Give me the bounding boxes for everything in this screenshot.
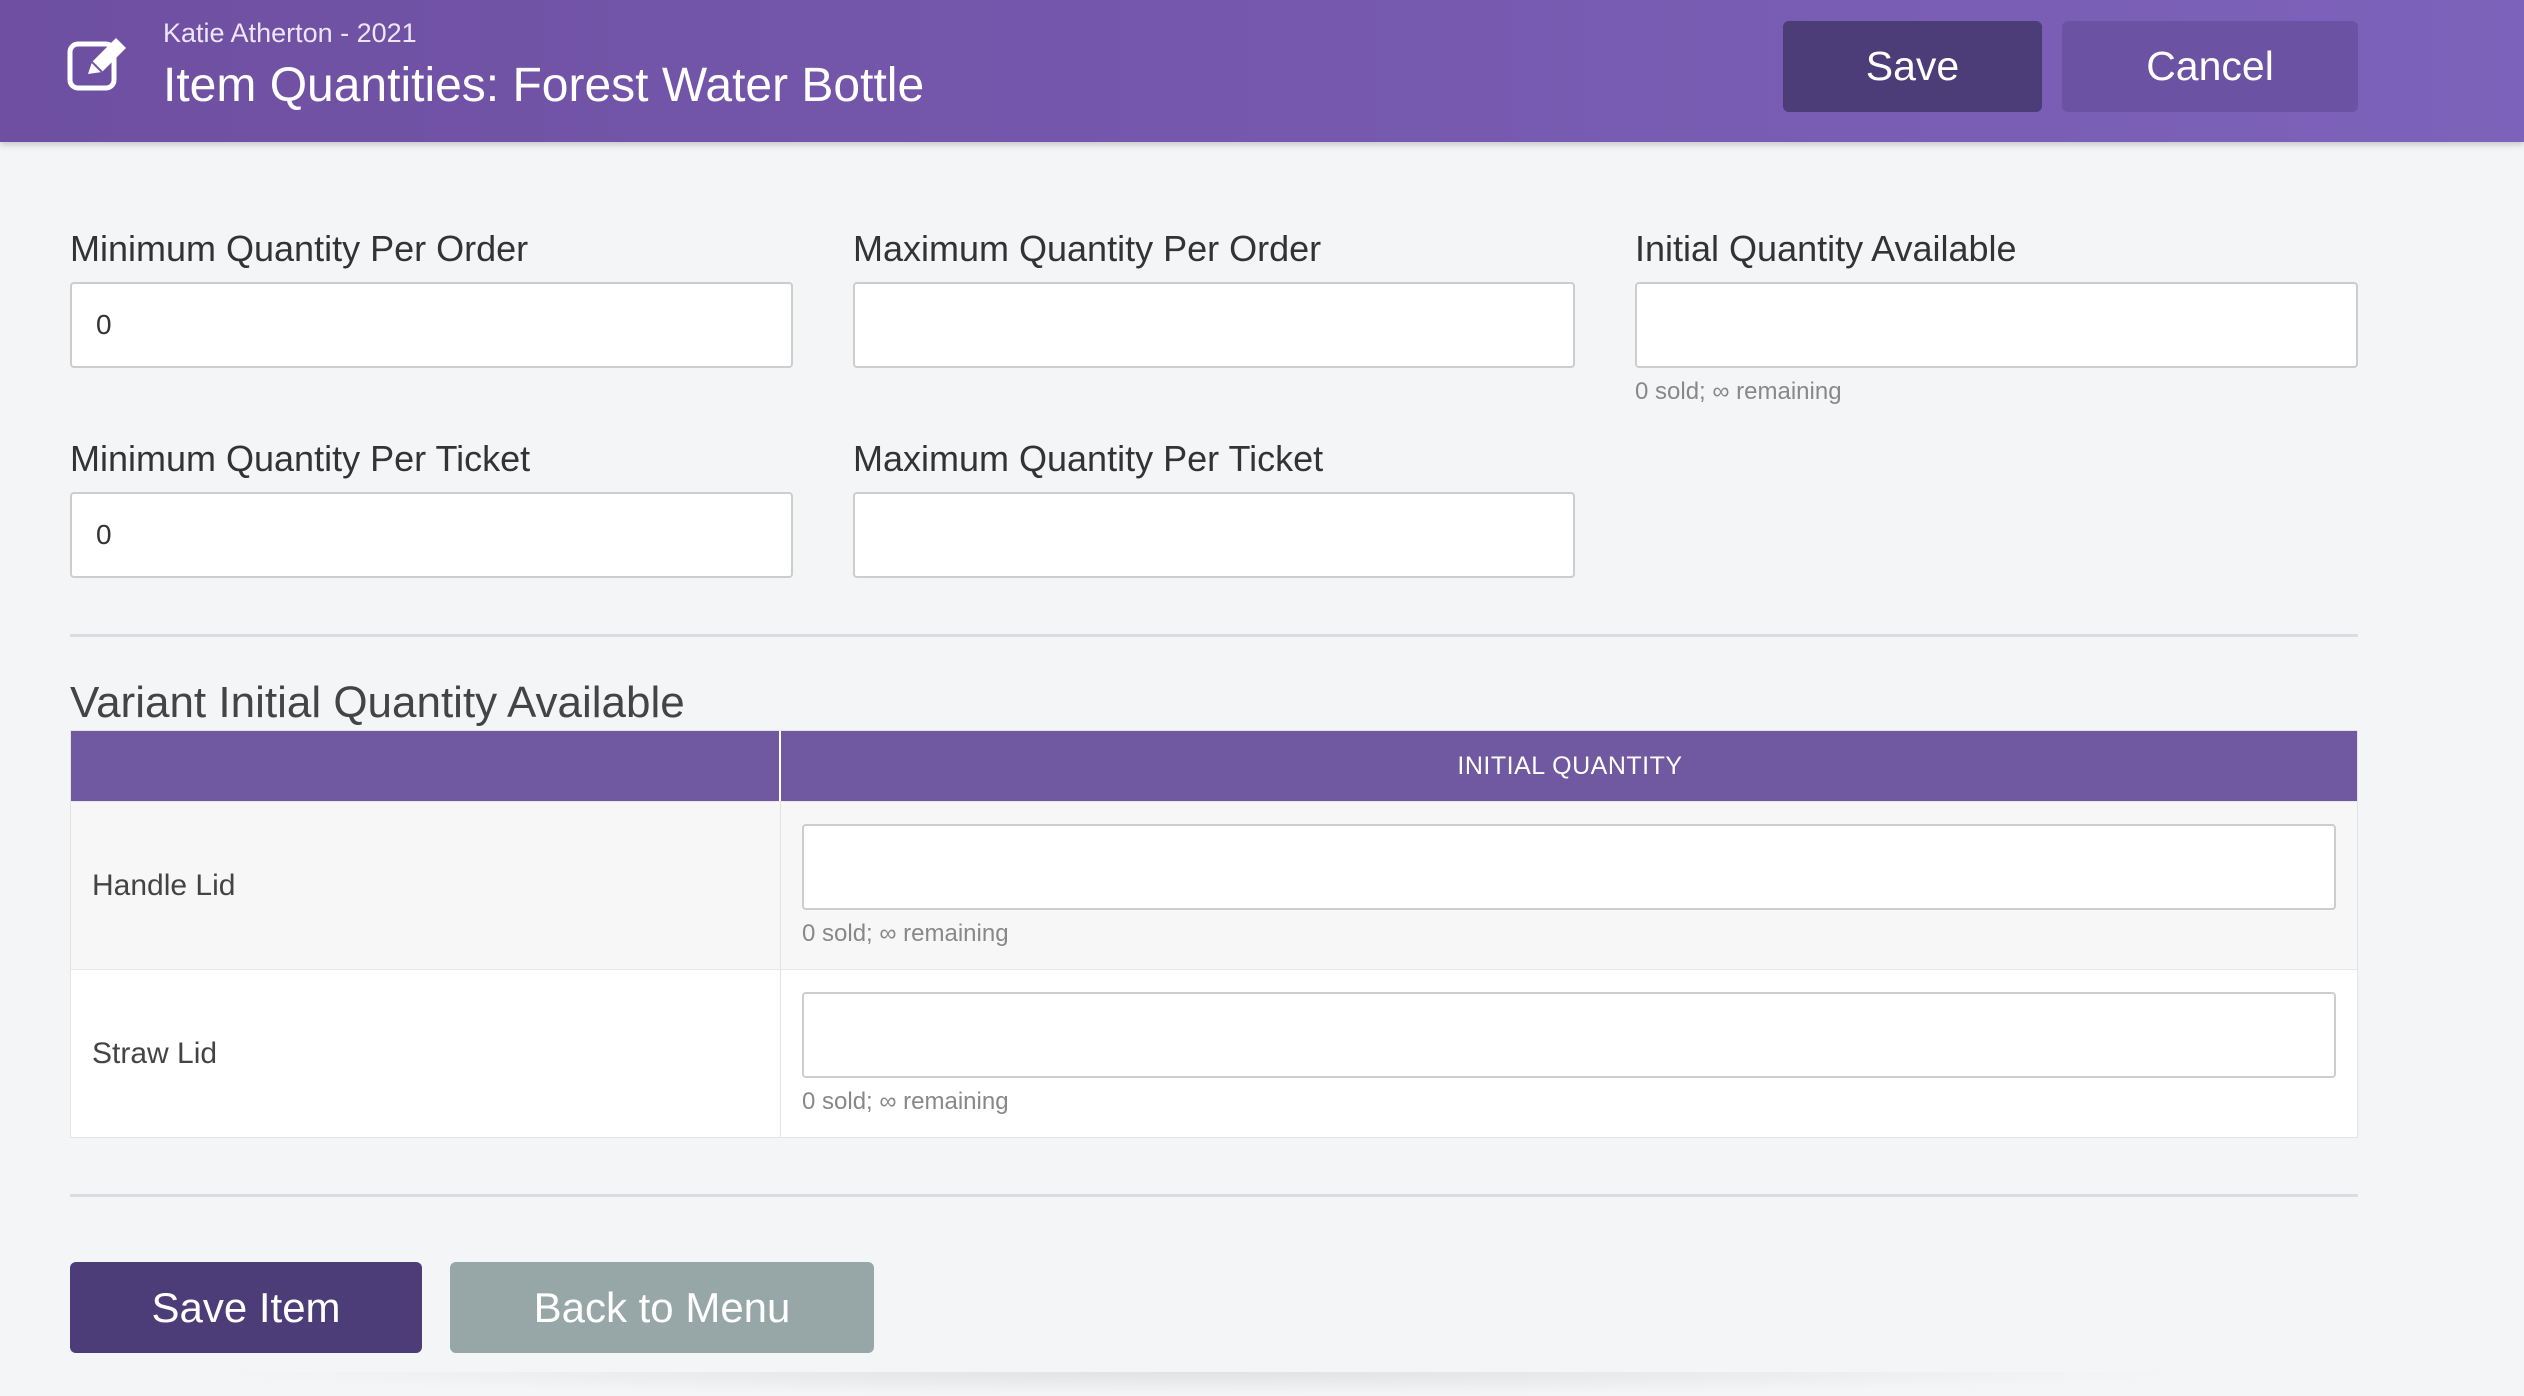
save-button[interactable]: Save [1783,21,2042,112]
initial-qty-hint: 0 sold; ∞ remaining [1635,378,1842,405]
cancel-button[interactable]: Cancel [2062,21,2358,112]
max-ticket-label: Maximum Quantity Per Ticket [853,438,1324,479]
min-order-label: Minimum Quantity Per Order [70,228,529,269]
header-subtitle: Katie Atherton - 2021 [163,18,417,48]
variant-name: Handle Lid [71,802,781,969]
variant-section-title: Variant Initial Quantity Available [70,678,685,727]
variant-qty-cell: 0 sold; ∞ remaining [781,802,2359,969]
initial-qty-label: Initial Quantity Available [1635,228,2017,269]
variant-hint: 0 sold; ∞ remaining [802,920,1009,947]
initial-qty-input[interactable] [1635,282,2358,368]
max-ticket-input[interactable] [853,492,1575,578]
edit-icon [67,38,126,91]
straw-lid-qty-input[interactable] [802,992,2336,1078]
top-header: Katie Atherton - 2021 Item Quantities: F… [0,0,2524,142]
variant-table-header: INITIAL QUANTITY [71,731,2357,801]
initial-quantity-column-header: INITIAL QUANTITY [1457,752,1683,780]
max-order-label: Maximum Quantity Per Order [853,228,1322,269]
max-order-input[interactable] [853,282,1575,368]
variant-hint: 0 sold; ∞ remaining [802,1088,1009,1115]
save-item-button[interactable]: Save Item [70,1262,422,1353]
min-order-input[interactable] [70,282,793,368]
divider-bottom [70,1194,2358,1197]
table-row: Handle Lid 0 sold; ∞ remaining [71,801,2357,969]
variant-qty-cell: 0 sold; ∞ remaining [781,970,2359,1137]
variant-table: INITIAL QUANTITY Handle Lid 0 sold; ∞ re… [70,730,2358,1138]
page-title: Item Quantities: Forest Water Bottle [163,59,925,112]
divider-top [70,634,2358,637]
footer-shadow [200,1372,2200,1396]
variant-name: Straw Lid [71,970,781,1137]
variant-name-column-header [71,731,781,801]
table-row: Straw Lid 0 sold; ∞ remaining [71,969,2357,1137]
handle-lid-qty-input[interactable] [802,824,2336,910]
min-ticket-input[interactable] [70,492,793,578]
back-to-menu-button[interactable]: Back to Menu [450,1262,874,1353]
min-ticket-label: Minimum Quantity Per Ticket [70,438,531,479]
